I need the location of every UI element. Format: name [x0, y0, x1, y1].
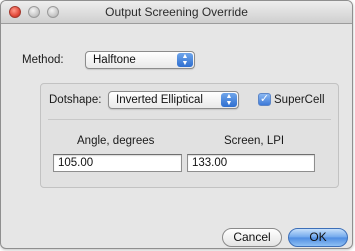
- ok-button[interactable]: OK: [288, 228, 348, 247]
- dotshape-popup[interactable]: Inverted Elliptical ▲ ▼: [108, 91, 239, 109]
- window-title: Output Screening Override: [105, 5, 248, 19]
- checkmark-icon: ✓: [259, 93, 270, 105]
- dialog-window: Output Screening Override Method: Halfto…: [0, 0, 353, 249]
- screen-header: Screen, LPI: [224, 135, 285, 147]
- screen-field[interactable]: 133.00: [187, 154, 315, 172]
- method-label: Method:: [22, 54, 64, 66]
- cancel-button[interactable]: Cancel: [222, 228, 282, 247]
- supercell-label[interactable]: SuperCell: [274, 94, 325, 106]
- supercell-checkbox[interactable]: ✓: [258, 93, 271, 106]
- dotshape-popup-value: Inverted Elliptical: [116, 94, 203, 106]
- up-down-arrows-icon: ▲ ▼: [177, 53, 193, 67]
- angle-field[interactable]: 105.00: [53, 154, 182, 172]
- method-popup[interactable]: Halftone ▲ ▼: [85, 51, 195, 69]
- dotshape-label: Dotshape:: [49, 94, 102, 106]
- method-popup-value: Halftone: [93, 54, 136, 66]
- title-bar[interactable]: Output Screening Override: [1, 1, 352, 24]
- angle-header: Angle, degrees: [77, 135, 155, 147]
- up-down-arrows-icon: ▲ ▼: [221, 93, 237, 107]
- group-separator: [48, 119, 331, 120]
